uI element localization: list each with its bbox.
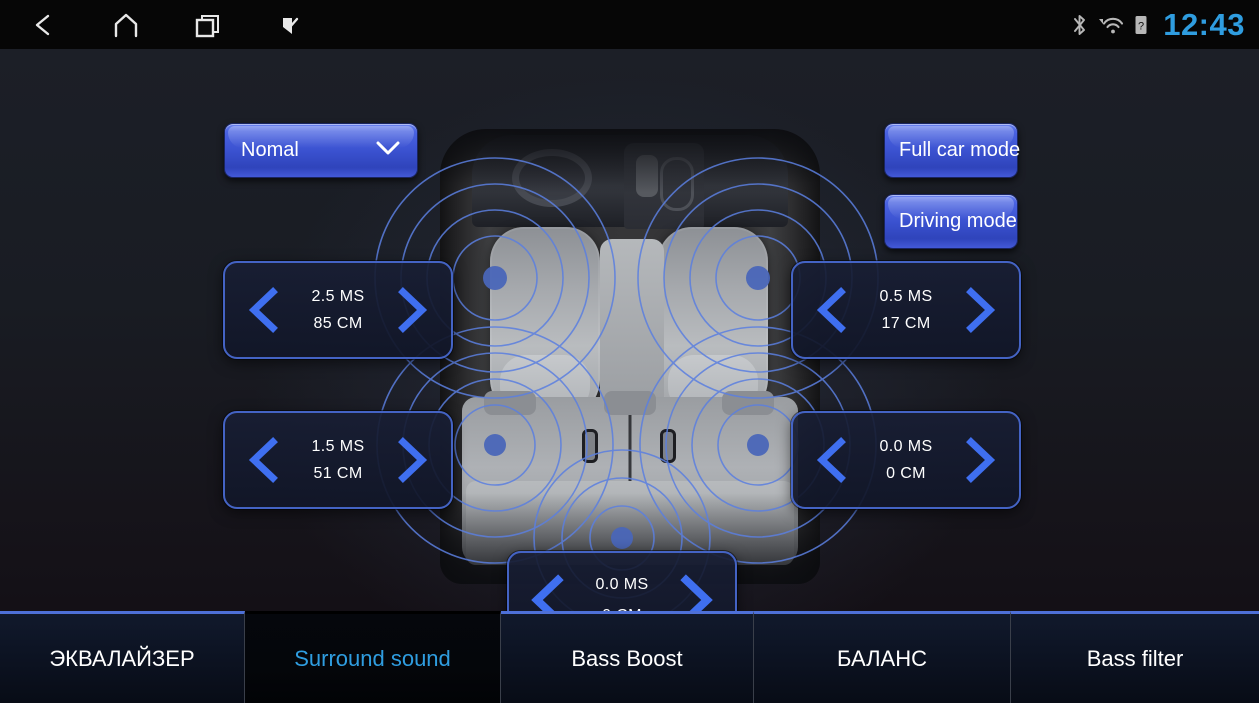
delay-cm-rear-left: 51 CM xyxy=(313,464,363,482)
delay-ms-rear-left: 1.5 MS xyxy=(311,437,365,455)
bluetooth-icon xyxy=(1071,13,1088,37)
cupholder-icon xyxy=(660,157,694,211)
decrease-arrow-icon-subwoofer[interactable] xyxy=(525,574,571,611)
chevron-down-icon xyxy=(375,139,401,162)
tab-balance-label: БАЛАНС xyxy=(837,645,927,671)
tab-equalizer[interactable]: ЭКВАЛАЙЗЕР xyxy=(0,611,245,703)
delay-panel-subwoofer[interactable]: 0.0 MS 0 CM xyxy=(507,551,737,611)
driving-mode-button[interactable]: Driving mode xyxy=(884,194,1018,249)
status-indicators: ? 12:43 xyxy=(1071,0,1245,49)
home-icon[interactable] xyxy=(104,5,148,45)
gear-shifter-icon xyxy=(636,155,658,197)
tab-bass-filter[interactable]: Bass filter xyxy=(1011,611,1259,703)
rear-headrest-left xyxy=(484,391,536,415)
center-armrest xyxy=(600,239,664,411)
back-icon[interactable] xyxy=(22,5,66,45)
tab-surround-sound[interactable]: Surround sound xyxy=(245,611,501,703)
volume-icon[interactable] xyxy=(268,5,312,45)
delay-cm-front-right: 17 CM xyxy=(881,314,931,332)
audio-surround-sound-screen: ? 12:43 Nomal Full car mode Driving mode… xyxy=(0,0,1259,703)
increase-arrow-icon-rear-left[interactable] xyxy=(389,434,435,486)
delay-ms-front-left: 2.5 MS xyxy=(311,287,365,305)
delay-values-rear-right: 0.0 MS 0 CM xyxy=(879,438,932,483)
delay-panel-front-left[interactable]: 2.5 MS 85 CM xyxy=(223,261,453,359)
seatbelt-buckle-left xyxy=(582,429,598,463)
decrease-arrow-icon-front-right[interactable] xyxy=(809,284,855,336)
decrease-arrow-icon-front-left[interactable] xyxy=(241,284,287,336)
sim-unknown-icon: ? xyxy=(1134,14,1148,36)
tab-balance[interactable]: БАЛАНС xyxy=(754,611,1011,703)
decrease-arrow-icon-rear-right[interactable] xyxy=(809,434,855,486)
delay-cm-front-left: 85 CM xyxy=(313,314,363,332)
increase-arrow-icon-front-left[interactable] xyxy=(389,284,435,336)
dashboard xyxy=(472,135,788,229)
driving-mode-label: Driving mode xyxy=(899,210,1017,232)
increase-arrow-icon-rear-right[interactable] xyxy=(957,434,1003,486)
wifi-icon xyxy=(1097,14,1125,36)
full-car-mode-label: Full car mode xyxy=(899,139,1021,161)
bottom-tab-bar: ЭКВАЛАЙЗЕР Surround sound Bass Boost БАЛ… xyxy=(0,611,1259,703)
rear-headrest-center xyxy=(604,391,656,415)
delay-values-rear-left: 1.5 MS 51 CM xyxy=(311,438,364,483)
surround-sound-stage: Nomal Full car mode Driving mode 2.5 MS … xyxy=(0,49,1259,611)
delay-panel-rear-right[interactable]: 0.0 MS 0 CM xyxy=(791,411,1021,509)
delay-ms-rear-right: 0.0 MS xyxy=(879,437,933,455)
delay-ms-subwoofer: 0.0 MS xyxy=(595,575,649,593)
delay-values-front-left: 2.5 MS 85 CM xyxy=(311,288,364,333)
tab-bass-boost[interactable]: Bass Boost xyxy=(501,611,754,703)
delay-values-front-right: 0.5 MS 17 CM xyxy=(879,288,932,333)
car-interior-illustration xyxy=(440,129,820,584)
seatbelt-buckle-right xyxy=(660,429,676,463)
increase-arrow-icon-front-right[interactable] xyxy=(957,284,1003,336)
center-console xyxy=(624,143,704,229)
tab-bass-boost-label: Bass Boost xyxy=(571,645,683,671)
decrease-arrow-icon-rear-left[interactable] xyxy=(241,434,287,486)
sound-mode-dropdown[interactable]: Nomal xyxy=(224,123,418,178)
full-car-mode-button[interactable]: Full car mode xyxy=(884,123,1021,178)
delay-values-subwoofer: 0.0 MS 0 CM xyxy=(595,576,648,612)
clock: 12:43 xyxy=(1163,6,1245,42)
recents-icon[interactable] xyxy=(186,5,230,45)
svg-text:?: ? xyxy=(1138,20,1144,32)
increase-arrow-icon-subwoofer[interactable] xyxy=(673,574,719,611)
navigation-buttons xyxy=(0,5,312,45)
rear-headrest-right xyxy=(722,391,774,415)
delay-panel-rear-left[interactable]: 1.5 MS 51 CM xyxy=(223,411,453,509)
steering-wheel-icon xyxy=(512,149,592,207)
delay-panel-front-right[interactable]: 0.5 MS 17 CM xyxy=(791,261,1021,359)
delay-ms-front-right: 0.5 MS xyxy=(879,287,933,305)
tab-bass-filter-label: Bass filter xyxy=(1086,645,1184,671)
delay-cm-rear-right: 0 CM xyxy=(886,464,926,482)
status-bar: ? 12:43 xyxy=(0,0,1259,49)
sound-mode-value: Nomal xyxy=(241,139,299,161)
tab-equalizer-label: ЭКВАЛАЙЗЕР xyxy=(49,645,195,671)
tab-surround-sound-label: Surround sound xyxy=(294,645,451,671)
